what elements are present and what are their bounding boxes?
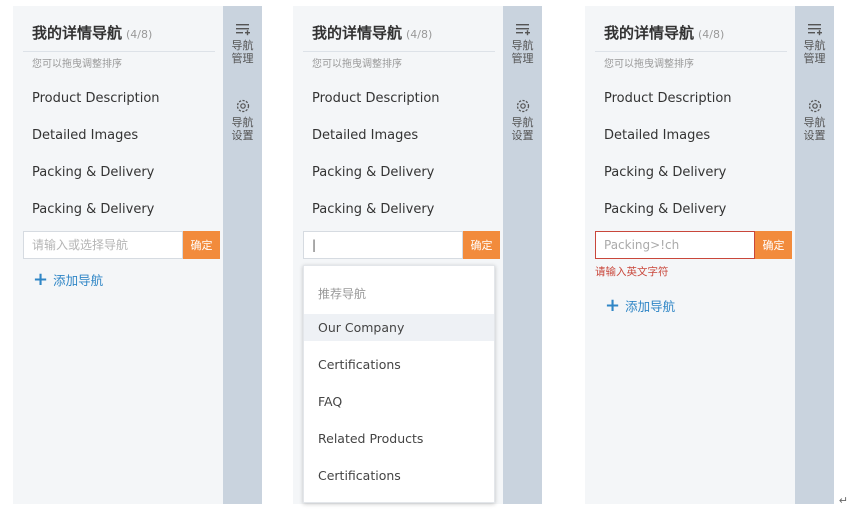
nav-item[interactable]: Product Description	[604, 91, 732, 106]
plus-icon: +	[33, 268, 49, 290]
rail-nav-settings[interactable]: 导航 设置	[503, 98, 542, 142]
add-nav-label: 添加导航	[53, 273, 104, 288]
nav-item[interactable]: Detailed Images	[312, 128, 418, 143]
title-divider	[303, 51, 495, 52]
drag-hint: 您可以拖曳调整排序	[312, 59, 402, 70]
rail-nav-settings[interactable]: 导航 设置	[795, 98, 834, 142]
rail-manage-label-2: 管理	[803, 52, 826, 65]
nav-item[interactable]: Packing & Delivery	[32, 165, 154, 180]
confirm-button[interactable]: 确定	[183, 231, 220, 259]
dropdown-option[interactable]: Certifications	[304, 462, 494, 489]
side-rail: 导航 管理 导航 设置	[795, 6, 834, 504]
side-rail: 导航 管理 导航 设置	[503, 6, 542, 504]
nav-panel-default: 我的详情导航 (4/8) 您可以拖曳调整排序 Product Descriptio…	[13, 6, 262, 504]
title-divider	[595, 51, 787, 52]
add-nav-label: 添加导航	[625, 299, 676, 314]
drag-hint: 您可以拖曳调整排序	[32, 59, 122, 70]
nav-count: (4/8)	[406, 28, 433, 41]
side-rail: 导航 管理 导航 设置	[223, 6, 262, 504]
nav-item[interactable]: Product Description	[312, 91, 440, 106]
nav-input-box[interactable]	[303, 231, 463, 259]
gear-icon	[808, 99, 821, 113]
rail-settings-label-2: 设置	[231, 129, 254, 142]
nav-input-box[interactable]	[595, 231, 755, 259]
nav-item[interactable]: Detailed Images	[604, 128, 710, 143]
rail-settings-label-1: 导航	[511, 116, 534, 129]
nav-list-area: 我的详情导航 (4/8) 您可以拖曳调整排序 Product Descriptio…	[585, 6, 795, 504]
nav-item[interactable]: Packing & Delivery	[32, 202, 154, 217]
rail-settings-label-2: 设置	[511, 129, 534, 142]
panel-title-text: 我的详情导航	[312, 24, 403, 42]
gear-icon	[516, 99, 529, 113]
validation-error: 请输入英文字符	[595, 266, 669, 278]
rail-nav-manage[interactable]: 导航 管理	[503, 23, 542, 65]
nav-panel-dropdown: 我的详情导航 (4/8) 您可以拖曳调整排序 Product Descriptio…	[293, 6, 542, 504]
dropdown-option[interactable]: Related Products	[304, 425, 494, 452]
list-add-icon	[235, 24, 250, 36]
nav-panel-error: 我的详情导航 (4/8) 您可以拖曳调整排序 Product Descriptio…	[585, 6, 834, 504]
list-add-icon	[515, 24, 530, 36]
panel-title-text: 我的详情导航	[604, 24, 695, 42]
list-add-icon	[807, 24, 822, 36]
nav-name-input[interactable]	[304, 232, 462, 258]
dropdown-option[interactable]: Certifications	[304, 351, 494, 378]
confirm-button[interactable]: 确定	[463, 231, 500, 259]
dropdown-option[interactable]: Our Company	[304, 314, 494, 341]
plus-icon: +	[605, 294, 621, 316]
return-mark: ↵	[838, 494, 848, 507]
rail-manage-label-1: 导航	[511, 39, 534, 52]
dropdown-header: 推荐导航	[318, 287, 367, 301]
add-nav-button[interactable]: + 添加导航	[605, 296, 675, 315]
nav-name-input[interactable]	[24, 232, 182, 258]
nav-item[interactable]: Packing & Delivery	[604, 165, 726, 180]
nav-item[interactable]: Detailed Images	[32, 128, 138, 143]
rail-manage-label-2: 管理	[231, 52, 254, 65]
nav-list-area: 我的详情导航 (4/8) 您可以拖曳调整排序 Product Descriptio…	[13, 6, 223, 504]
nav-name-input[interactable]	[596, 232, 754, 258]
rail-nav-settings[interactable]: 导航 设置	[223, 98, 262, 142]
rail-settings-label-1: 导航	[803, 116, 826, 129]
nav-list-area: 我的详情导航 (4/8) 您可以拖曳调整排序 Product Descriptio…	[293, 6, 503, 504]
rail-settings-label-1: 导航	[231, 116, 254, 129]
rail-nav-manage[interactable]: 导航 管理	[223, 23, 262, 65]
nav-count: (4/8)	[698, 28, 725, 41]
nav-count: (4/8)	[126, 28, 153, 41]
panel-title: 我的详情导航 (4/8)	[604, 22, 724, 43]
rail-nav-manage[interactable]: 导航 管理	[795, 23, 834, 65]
dropdown-option[interactable]: FAQ	[304, 388, 494, 415]
panel-title-text: 我的详情导航	[32, 24, 123, 42]
nav-item[interactable]: Packing & Delivery	[312, 202, 434, 217]
panel-title: 我的详情导航 (4/8)	[32, 22, 152, 43]
panel-title: 我的详情导航 (4/8)	[312, 22, 432, 43]
suggestion-dropdown: 推荐导航 Our Company Certifications FAQ Rela…	[303, 265, 495, 503]
nav-item[interactable]: Packing & Delivery	[604, 202, 726, 217]
nav-item[interactable]: Product Description	[32, 91, 160, 106]
add-nav-button[interactable]: + 添加导航	[33, 270, 103, 289]
drag-hint: 您可以拖曳调整排序	[604, 59, 694, 70]
rail-settings-label-2: 设置	[803, 129, 826, 142]
confirm-button[interactable]: 确定	[755, 231, 792, 259]
rail-manage-label-2: 管理	[511, 52, 534, 65]
nav-item[interactable]: Packing & Delivery	[312, 165, 434, 180]
gear-icon	[236, 99, 249, 113]
title-divider	[23, 51, 215, 52]
rail-manage-label-1: 导航	[231, 39, 254, 52]
rail-manage-label-1: 导航	[803, 39, 826, 52]
nav-input-box[interactable]	[23, 231, 183, 259]
